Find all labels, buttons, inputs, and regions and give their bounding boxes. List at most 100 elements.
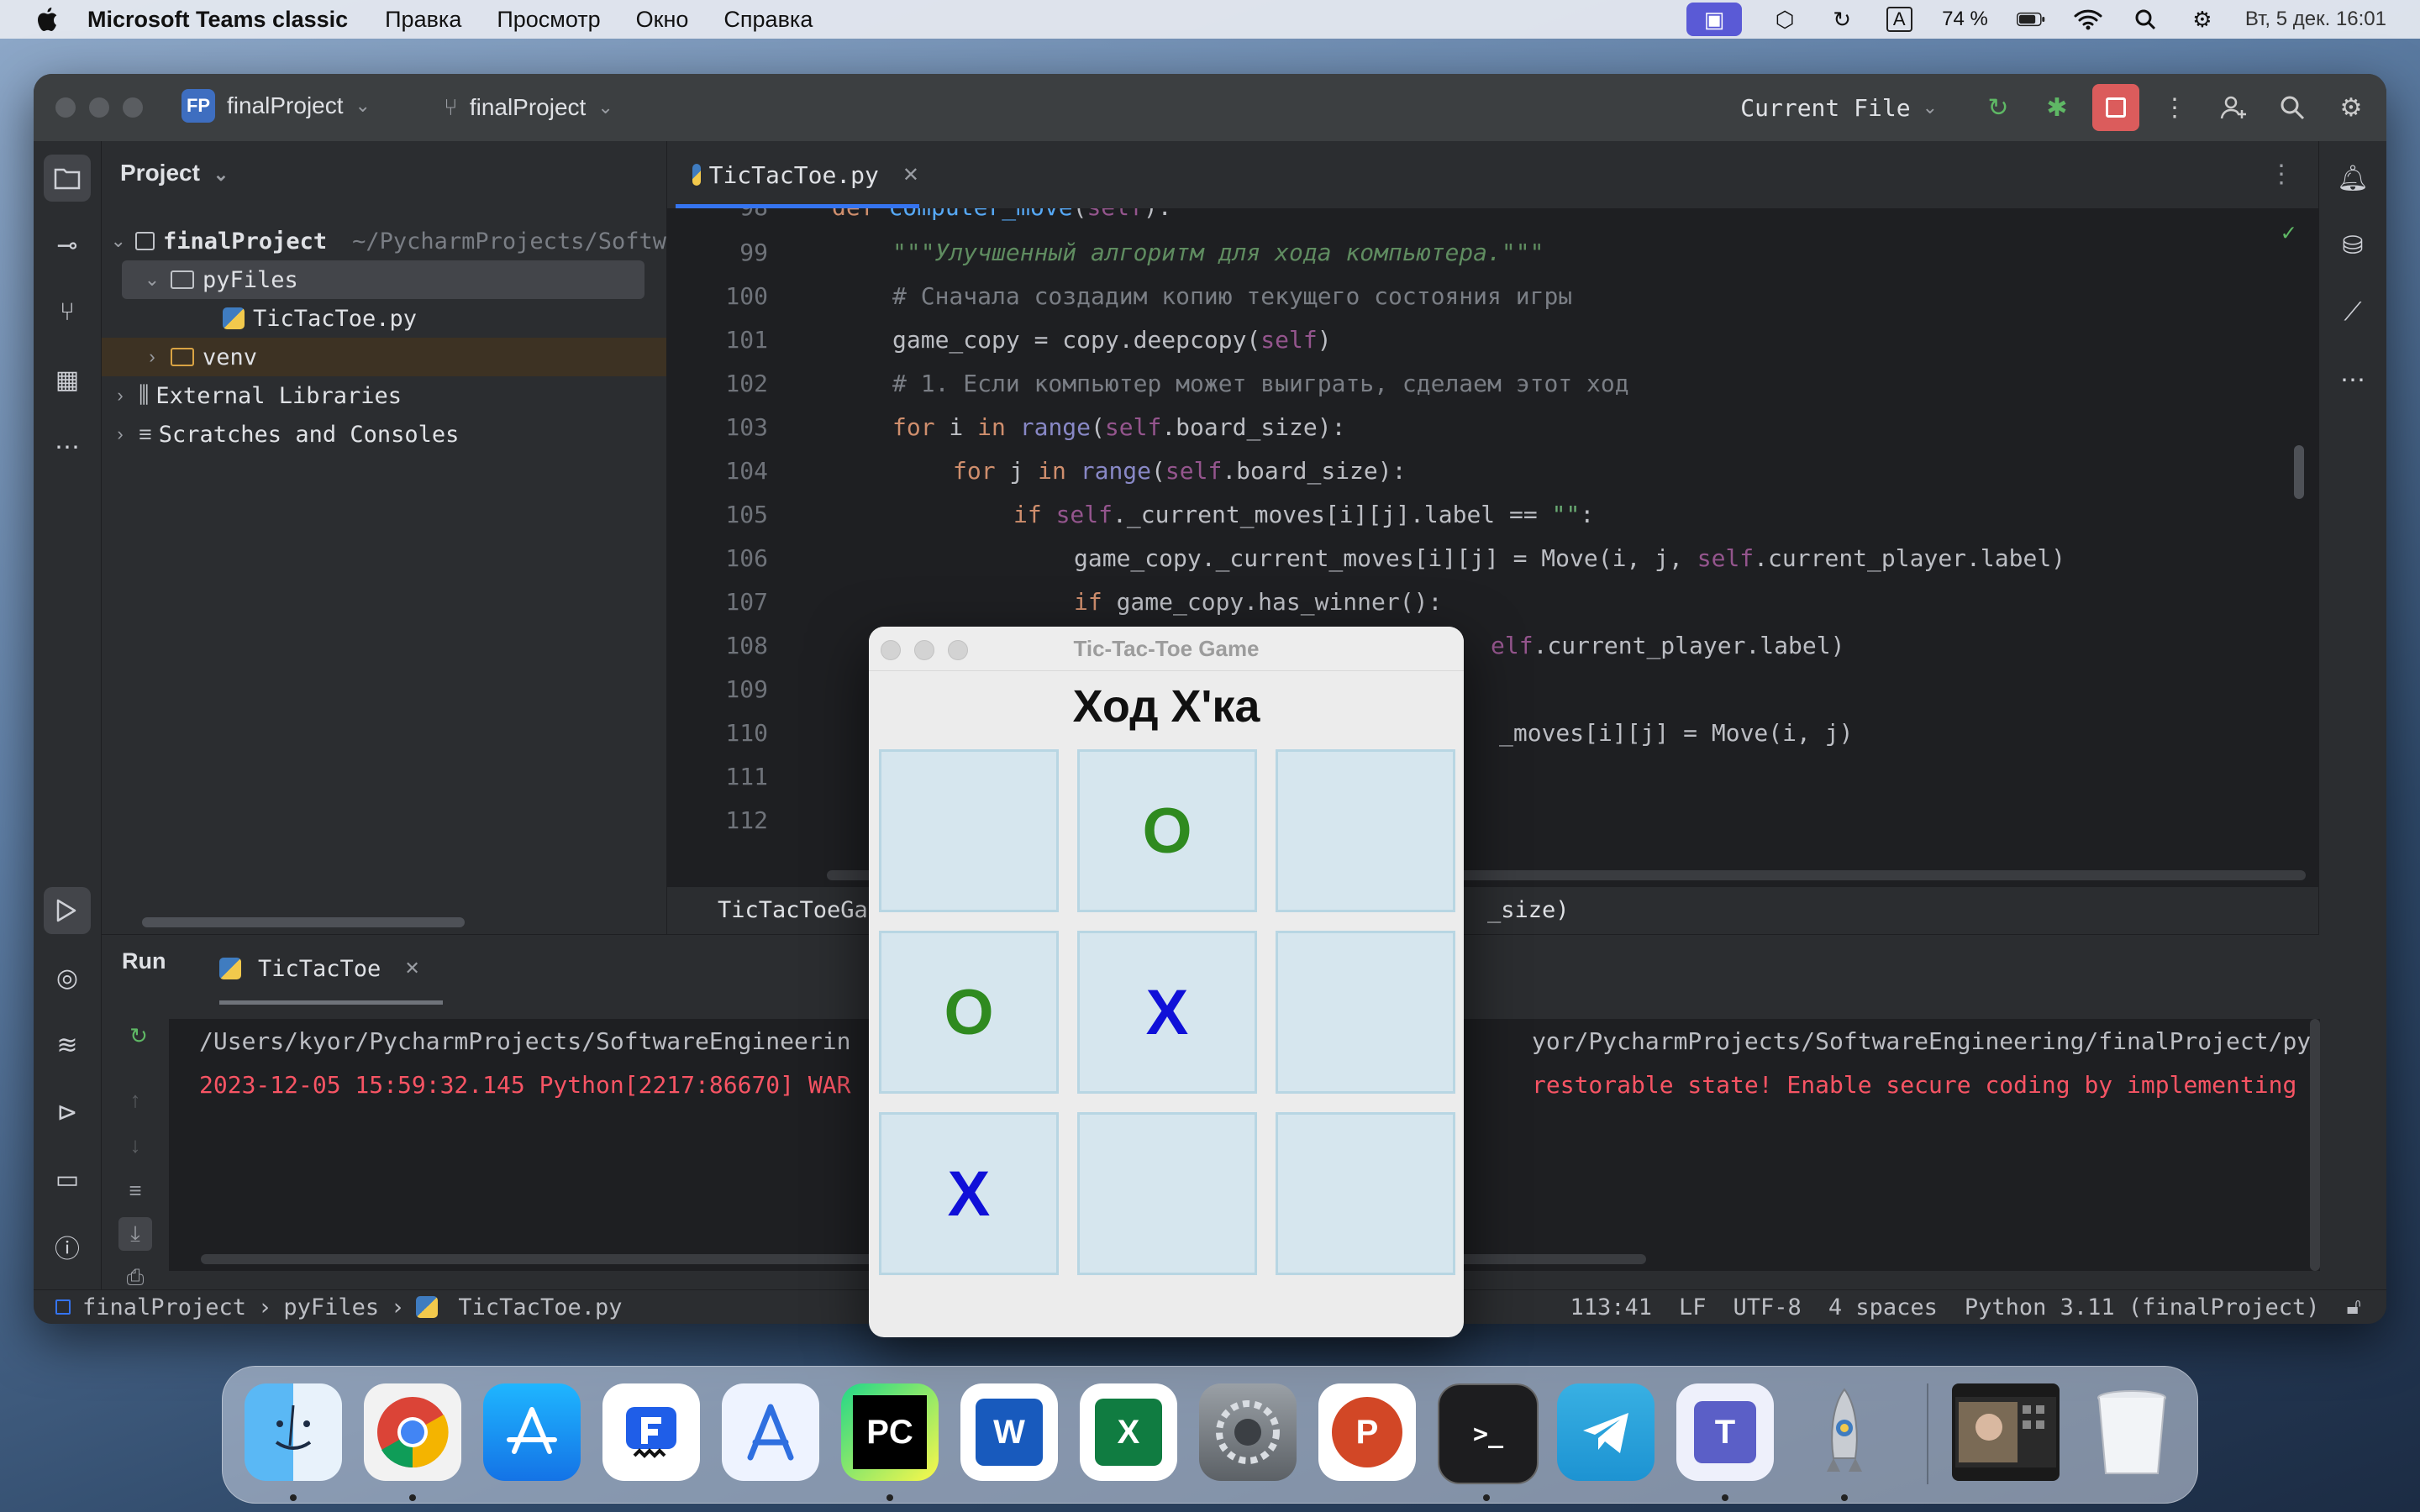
chevron-down-icon[interactable]: ⌄ bbox=[110, 230, 127, 252]
menu-window[interactable]: Окно bbox=[636, 7, 689, 33]
stop-button[interactable] bbox=[2092, 84, 2139, 131]
more-tools-icon[interactable]: ⋯ bbox=[2329, 356, 2376, 403]
database-icon[interactable]: ⛁ bbox=[2329, 222, 2376, 269]
powerpoint-icon[interactable]: P bbox=[1318, 1383, 1416, 1481]
scroll-up-icon[interactable]: ↑ bbox=[118, 1083, 152, 1116]
chrome-icon[interactable] bbox=[364, 1383, 461, 1481]
python-packages-icon[interactable]: ≋ bbox=[44, 1021, 91, 1068]
pycharm-icon[interactable]: PC bbox=[841, 1383, 939, 1481]
python-console-icon[interactable]: ◎ bbox=[44, 954, 91, 1001]
search-icon[interactable] bbox=[2269, 84, 2316, 131]
status-crumb-file[interactable]: TicTacToe.py bbox=[458, 1294, 622, 1320]
lock-icon[interactable]: 🔓︎ bbox=[2347, 1294, 2362, 1320]
indent-setting[interactable]: 4 spaces bbox=[1828, 1294, 1938, 1320]
telegram-icon[interactable] bbox=[1557, 1383, 1655, 1481]
board-cell-1-2[interactable] bbox=[1276, 931, 1455, 1094]
board-cell-2-0[interactable]: X bbox=[879, 1112, 1059, 1275]
more-actions-icon[interactable]: ⋮ bbox=[2151, 84, 2198, 131]
tree-file-tictactoe[interactable]: TicTacToe.py bbox=[102, 299, 666, 338]
teams-meeting-thumbnail[interactable] bbox=[1952, 1383, 2060, 1481]
sync-icon[interactable]: ↻ bbox=[1828, 7, 1856, 32]
tab-tictactoe[interactable]: TicTacToe.py ✕ bbox=[667, 141, 919, 208]
settings-gear-icon[interactable]: ⚙ bbox=[2328, 84, 2375, 131]
scroll-down-icon[interactable]: ↓ bbox=[118, 1128, 152, 1162]
tree-root-folder[interactable]: ⌄ finalProject ~/PycharmProjects/Softw bbox=[102, 222, 666, 260]
structure-icon[interactable]: ▦ bbox=[44, 356, 91, 403]
problems-icon[interactable]: ⓘ bbox=[44, 1223, 91, 1270]
project-switcher[interactable]: FP finalProject ⌄ bbox=[182, 89, 371, 123]
window-zoom-button[interactable] bbox=[123, 97, 143, 118]
menubar-clock[interactable]: Вт, 5 дек. 16:01 bbox=[2245, 8, 2386, 31]
window-minimize-button[interactable] bbox=[914, 640, 934, 660]
app-store-icon[interactable] bbox=[483, 1383, 581, 1481]
console-v-scrollbar[interactable] bbox=[2310, 1019, 2320, 1271]
breadcrumb-method[interactable]: _size) bbox=[1487, 897, 1570, 923]
commit-icon[interactable]: ⊸ bbox=[44, 222, 91, 269]
menu-edit[interactable]: Правка bbox=[385, 7, 461, 33]
tree-scratches[interactable]: › ≡ Scratches and Consoles bbox=[102, 415, 666, 454]
status-crumb-project[interactable]: finalProject bbox=[82, 1294, 246, 1320]
terminal-icon[interactable]: ▭ bbox=[44, 1156, 91, 1203]
editor-v-scrollbar[interactable] bbox=[2294, 445, 2304, 499]
excel-icon[interactable]: X bbox=[1080, 1383, 1177, 1481]
spotlight-search-icon[interactable] bbox=[2131, 7, 2160, 32]
run-tool-icon[interactable] bbox=[44, 887, 91, 934]
rerun-icon[interactable]: ↻ bbox=[122, 1019, 155, 1053]
menu-help[interactable]: Справка bbox=[723, 7, 813, 33]
teams-icon[interactable]: T bbox=[1676, 1383, 1774, 1481]
menu-app-name[interactable]: Microsoft Teams classic bbox=[87, 7, 348, 33]
notifications-bell-icon[interactable]: 🔔︎ bbox=[2329, 155, 2376, 202]
caret-position[interactable]: 113:41 bbox=[1570, 1294, 1652, 1320]
input-source-icon[interactable]: A bbox=[1885, 7, 1913, 32]
tree-folder-venv[interactable]: › venv bbox=[102, 338, 666, 376]
board-cell-1-0[interactable]: O bbox=[879, 931, 1059, 1094]
chevron-right-icon[interactable]: › bbox=[110, 385, 130, 407]
status-crumb-folder[interactable]: pyFiles bbox=[283, 1294, 379, 1320]
line-separator[interactable]: LF bbox=[1679, 1294, 1707, 1320]
python-launcher-icon[interactable] bbox=[1796, 1383, 1893, 1481]
cube-icon[interactable]: ⬡ bbox=[1770, 7, 1799, 32]
board-cell-0-1[interactable]: O bbox=[1077, 749, 1257, 912]
finder-icon[interactable] bbox=[245, 1383, 342, 1481]
project-panel-scrollbar[interactable] bbox=[142, 917, 465, 927]
window-close-button[interactable] bbox=[55, 97, 76, 118]
tab-options-icon[interactable]: ⋮ bbox=[2269, 160, 2294, 189]
soft-wrap-icon[interactable]: ≡ bbox=[118, 1173, 152, 1207]
trash-icon[interactable] bbox=[2083, 1383, 2181, 1481]
window-minimize-button[interactable] bbox=[89, 97, 109, 118]
screen-share-icon[interactable]: ▣ bbox=[1686, 3, 1743, 36]
close-icon[interactable]: ✕ bbox=[404, 958, 419, 979]
services-icon[interactable]: ⊳ bbox=[44, 1089, 91, 1136]
board-cell-2-1[interactable] bbox=[1077, 1112, 1257, 1275]
control-center-icon[interactable]: ⚙ bbox=[2188, 7, 2217, 32]
instruments-icon[interactable] bbox=[722, 1383, 819, 1481]
chevron-right-icon[interactable]: › bbox=[142, 346, 162, 368]
system-settings-icon[interactable] bbox=[1199, 1383, 1297, 1481]
code-with-me-icon[interactable] bbox=[2210, 84, 2257, 131]
window-zoom-button[interactable] bbox=[948, 640, 968, 660]
project-tool-folder-icon[interactable] bbox=[44, 155, 91, 202]
tree-folder-pyfiles[interactable]: ⌄ pyFiles bbox=[122, 260, 644, 299]
terminal-icon[interactable]: >_ bbox=[1438, 1383, 1539, 1484]
wifi-icon[interactable] bbox=[2074, 7, 2102, 32]
menu-view[interactable]: Просмотр bbox=[497, 7, 600, 33]
pull-requests-icon[interactable]: ⑂ bbox=[44, 289, 91, 336]
run-tab-tictactoe[interactable]: TicTacToe ✕ bbox=[219, 935, 420, 1002]
python-interpreter[interactable]: Python 3.11 (finalProject) bbox=[1965, 1294, 2320, 1320]
board-cell-2-2[interactable] bbox=[1276, 1112, 1455, 1275]
project-panel-header[interactable]: Project ⌄ bbox=[120, 160, 229, 186]
branch-switcher[interactable]: ⑂ finalProject ⌄ bbox=[444, 89, 613, 126]
apple-menu-icon[interactable] bbox=[34, 7, 59, 32]
chevron-right-icon[interactable]: › bbox=[110, 423, 130, 445]
close-icon[interactable]: ✕ bbox=[902, 163, 919, 187]
file-encoding[interactable]: UTF-8 bbox=[1733, 1294, 1802, 1320]
word-icon[interactable]: W bbox=[960, 1383, 1058, 1481]
chevron-down-icon[interactable]: ⌄ bbox=[142, 269, 162, 291]
debug-icon[interactable]: ✱ bbox=[2033, 84, 2081, 131]
window-close-button[interactable] bbox=[881, 640, 901, 660]
tree-external-libraries[interactable]: › ⫼ External Libraries bbox=[102, 376, 666, 415]
run-configuration-selector[interactable]: Current File ⌄ bbox=[1740, 94, 1938, 122]
board-cell-1-1[interactable]: X bbox=[1077, 931, 1257, 1094]
rerun-icon[interactable]: ↻ bbox=[1975, 84, 2022, 131]
clipper-app-icon[interactable] bbox=[602, 1383, 700, 1481]
